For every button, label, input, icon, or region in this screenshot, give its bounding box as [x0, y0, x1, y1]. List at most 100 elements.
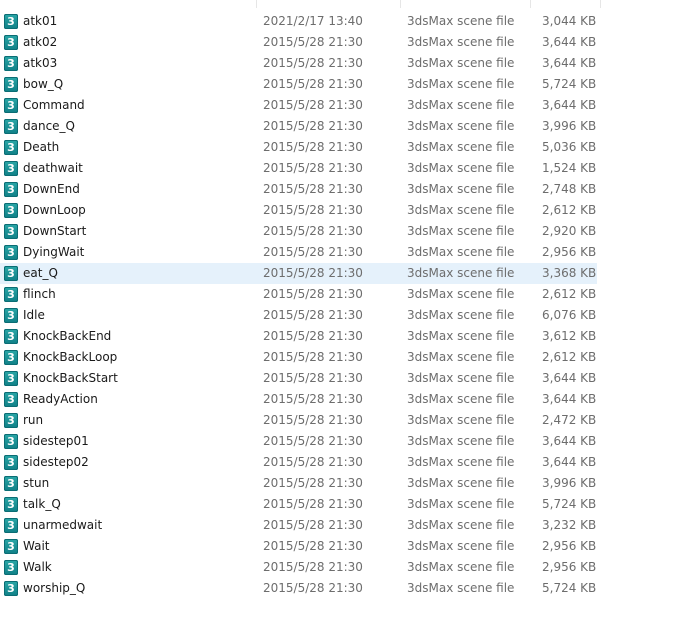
- file-name: unarmedwait: [23, 518, 103, 532]
- 3ds-max-scene-icon: [4, 581, 18, 596]
- file-date-modified: 2015/5/28 21:30: [263, 518, 363, 532]
- 3ds-max-scene-icon: [4, 56, 18, 71]
- file-row[interactable]: DownStart 2015/5/28 21:30 3dsMax scene f…: [0, 221, 686, 242]
- file-name: sidestep02: [23, 455, 89, 469]
- file-size: 2,612 KB: [542, 287, 597, 301]
- file-row[interactable]: DownLoop 2015/5/28 21:30 3dsMax scene fi…: [0, 200, 686, 221]
- file-row[interactable]: KnockBackStart 2015/5/28 21:30 3dsMax sc…: [0, 368, 686, 389]
- file-name: Wait: [23, 539, 50, 553]
- 3ds-max-scene-icon: [4, 14, 18, 29]
- file-row[interactable]: ReadyAction 2015/5/28 21:30 3dsMax scene…: [0, 389, 686, 410]
- file-type: 3dsMax scene file: [407, 497, 515, 511]
- file-size: 3,644 KB: [542, 455, 597, 469]
- file-type: 3dsMax scene file: [407, 98, 515, 112]
- file-type: 3dsMax scene file: [407, 140, 515, 154]
- 3ds-max-scene-icon: [4, 35, 18, 50]
- file-size: 2,612 KB: [542, 203, 597, 217]
- file-row[interactable]: atk03 2015/5/28 21:30 3dsMax scene file …: [0, 53, 686, 74]
- file-name: DownEnd: [23, 182, 80, 196]
- file-type: 3dsMax scene file: [407, 161, 515, 175]
- file-date-modified: 2021/2/17 13:40: [263, 14, 363, 28]
- file-row[interactable]: unarmedwait 2015/5/28 21:30 3dsMax scene…: [0, 515, 686, 536]
- file-row[interactable]: flinch 2015/5/28 21:30 3dsMax scene file…: [0, 284, 686, 305]
- file-type: 3dsMax scene file: [407, 413, 515, 427]
- 3ds-max-scene-icon: [4, 224, 18, 239]
- 3ds-max-scene-icon: [4, 413, 18, 428]
- file-size: 2,920 KB: [542, 224, 597, 238]
- file-row[interactable]: talk_Q 2015/5/28 21:30 3dsMax scene file…: [0, 494, 686, 515]
- file-size: 3,644 KB: [542, 98, 597, 112]
- file-row[interactable]: DownEnd 2015/5/28 21:30 3dsMax scene fil…: [0, 179, 686, 200]
- column-divider[interactable]: [600, 0, 601, 8]
- column-divider[interactable]: [400, 0, 401, 8]
- file-row[interactable]: worship_Q 2015/5/28 21:30 3dsMax scene f…: [0, 578, 686, 599]
- file-name: Death: [23, 140, 60, 154]
- file-name: Idle: [23, 308, 45, 322]
- file-date-modified: 2015/5/28 21:30: [263, 56, 363, 70]
- file-type: 3dsMax scene file: [407, 14, 515, 28]
- 3ds-max-scene-icon: [4, 119, 18, 134]
- 3ds-max-scene-icon: [4, 329, 18, 344]
- file-type: 3dsMax scene file: [407, 287, 515, 301]
- file-row[interactable]: KnockBackEnd 2015/5/28 21:30 3dsMax scen…: [0, 326, 686, 347]
- file-row[interactable]: deathwait 2015/5/28 21:30 3dsMax scene f…: [0, 158, 686, 179]
- file-row[interactable]: atk01 2021/2/17 13:40 3dsMax scene file …: [0, 11, 686, 32]
- file-size: 2,612 KB: [542, 350, 597, 364]
- file-date-modified: 2015/5/28 21:30: [263, 77, 363, 91]
- file-row[interactable]: dance_Q 2015/5/28 21:30 3dsMax scene fil…: [0, 116, 686, 137]
- file-type: 3dsMax scene file: [407, 266, 515, 280]
- file-size: 5,724 KB: [542, 77, 597, 91]
- file-name: DownStart: [23, 224, 87, 238]
- file-name: DownLoop: [23, 203, 86, 217]
- 3ds-max-scene-icon: [4, 455, 18, 470]
- file-date-modified: 2015/5/28 21:30: [263, 434, 363, 448]
- file-name: bow_Q: [23, 77, 64, 91]
- file-type: 3dsMax scene file: [407, 35, 515, 49]
- file-row[interactable]: DyingWait 2015/5/28 21:30 3dsMax scene f…: [0, 242, 686, 263]
- file-size: 2,956 KB: [542, 539, 597, 553]
- file-size: 2,472 KB: [542, 413, 597, 427]
- file-row[interactable]: Wait 2015/5/28 21:30 3dsMax scene file 2…: [0, 536, 686, 557]
- file-row[interactable]: KnockBackLoop 2015/5/28 21:30 3dsMax sce…: [0, 347, 686, 368]
- file-name: sidestep01: [23, 434, 89, 448]
- file-size: 2,956 KB: [542, 560, 597, 574]
- file-row[interactable]: atk02 2015/5/28 21:30 3dsMax scene file …: [0, 32, 686, 53]
- column-divider[interactable]: [530, 0, 531, 8]
- file-type: 3dsMax scene file: [407, 182, 515, 196]
- 3ds-max-scene-icon: [4, 434, 18, 449]
- 3ds-max-scene-icon: [4, 476, 18, 491]
- file-size: 5,724 KB: [542, 581, 597, 595]
- file-type: 3dsMax scene file: [407, 245, 515, 259]
- file-row[interactable]: run 2015/5/28 21:30 3dsMax scene file 2,…: [0, 410, 686, 431]
- file-row[interactable]: Command 2015/5/28 21:30 3dsMax scene fil…: [0, 95, 686, 116]
- file-name: worship_Q: [23, 581, 86, 595]
- file-row[interactable]: bow_Q 2015/5/28 21:30 3dsMax scene file …: [0, 74, 686, 95]
- file-size: 2,748 KB: [542, 182, 597, 196]
- file-date-modified: 2015/5/28 21:30: [263, 371, 363, 385]
- file-name: KnockBackLoop: [23, 350, 118, 364]
- file-row[interactable]: Idle 2015/5/28 21:30 3dsMax scene file 6…: [0, 305, 686, 326]
- file-date-modified: 2015/5/28 21:30: [263, 350, 363, 364]
- file-list: atk01 2021/2/17 13:40 3dsMax scene file …: [0, 0, 686, 599]
- file-row[interactable]: sidestep01 2015/5/28 21:30 3dsMax scene …: [0, 431, 686, 452]
- file-row[interactable]: eat_Q 2015/5/28 21:30 3dsMax scene file …: [0, 263, 686, 284]
- file-date-modified: 2015/5/28 21:30: [263, 455, 363, 469]
- file-size: 6,076 KB: [542, 308, 597, 322]
- file-type: 3dsMax scene file: [407, 581, 515, 595]
- file-row[interactable]: stun 2015/5/28 21:30 3dsMax scene file 3…: [0, 473, 686, 494]
- file-type: 3dsMax scene file: [407, 77, 515, 91]
- file-name: Command: [23, 98, 85, 112]
- file-row[interactable]: sidestep02 2015/5/28 21:30 3dsMax scene …: [0, 452, 686, 473]
- file-size: 3,996 KB: [542, 119, 597, 133]
- column-divider[interactable]: [256, 0, 257, 8]
- file-type: 3dsMax scene file: [407, 476, 515, 490]
- file-name: DyingWait: [23, 245, 85, 259]
- file-type: 3dsMax scene file: [407, 119, 515, 133]
- file-row[interactable]: Death 2015/5/28 21:30 3dsMax scene file …: [0, 137, 686, 158]
- file-size: 3,368 KB: [542, 266, 597, 280]
- file-row[interactable]: Walk 2015/5/28 21:30 3dsMax scene file 2…: [0, 557, 686, 578]
- 3ds-max-scene-icon: [4, 371, 18, 386]
- file-size: 3,644 KB: [542, 392, 597, 406]
- file-date-modified: 2015/5/28 21:30: [263, 560, 363, 574]
- 3ds-max-scene-icon: [4, 245, 18, 260]
